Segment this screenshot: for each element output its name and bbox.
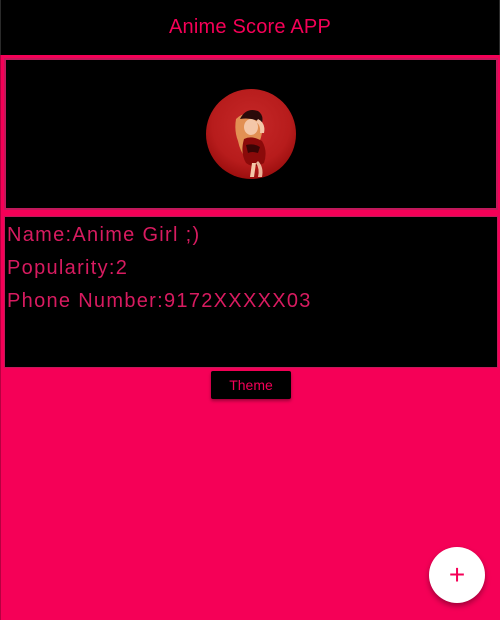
avatar-image (235, 110, 266, 177)
app-bar: Anime Score APP (0, 0, 500, 55)
phone-number-text: Phone Number:9172XXXXX03 (7, 290, 312, 312)
name-text: Name:Anime Girl ;) (7, 224, 201, 246)
add-fab-button[interactable]: + (429, 547, 485, 603)
left-edge-divider (0, 55, 1, 620)
anime-girl-avatar[interactable] (206, 89, 296, 179)
avatar-card (4, 58, 498, 210)
theme-button[interactable]: Theme (211, 371, 291, 399)
app-title: Anime Score APP (169, 16, 331, 38)
popularity-text: Popularity:2 (7, 257, 129, 279)
profile-info-card: Name:Anime Girl ;) Popularity:2 Phone Nu… (4, 216, 498, 368)
plus-icon: + (448, 559, 466, 590)
